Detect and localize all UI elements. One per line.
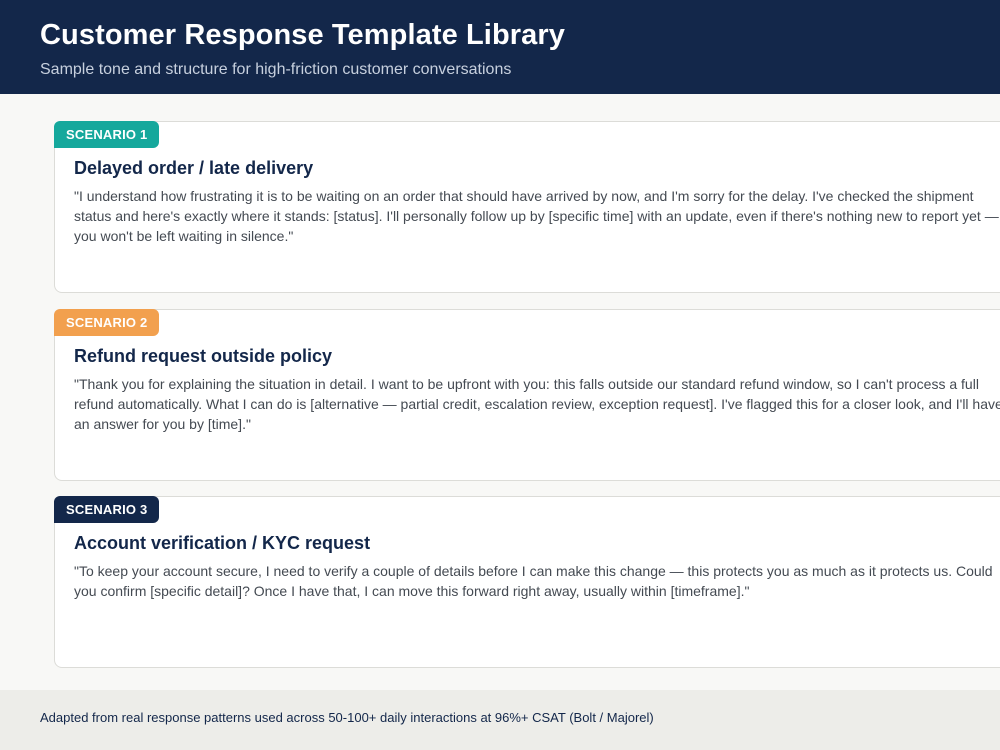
scenario-card-1: SCENARIO 1 Delayed order / late delivery… [54,121,1000,293]
footer-note: Adapted from real response patterns used… [40,710,654,725]
scenario-quote-3: "To keep your account secure, I need to … [74,563,993,599]
page-subtitle: Sample tone and structure for high-frict… [40,61,512,78]
scenario-quote-1: "I understand how frustrating it is to b… [74,188,999,244]
scenario-quote-2: "Thank you for explaining the situation … [74,376,1000,432]
scenario-badge-2: SCENARIO 2 [54,309,160,336]
page-title: Customer Response Template Library [40,19,566,51]
scenario-card-2: SCENARIO 2 Refund request outside policy… [54,309,1000,481]
scenario-card-3: SCENARIO 3 Account verification / KYC re… [54,496,1000,668]
page-footer: Adapted from real response patterns used… [0,690,1000,750]
page-header: Customer Response Template Library Sampl… [0,0,1000,94]
scenario-badge-1: SCENARIO 1 [54,121,160,148]
scenario-badge-3: SCENARIO 3 [54,496,160,523]
scenario-title-1: Delayed order / late delivery [74,158,314,178]
scenario-title-3: Account verification / KYC request [74,533,371,553]
scenario-title-2: Refund request outside policy [74,346,333,366]
